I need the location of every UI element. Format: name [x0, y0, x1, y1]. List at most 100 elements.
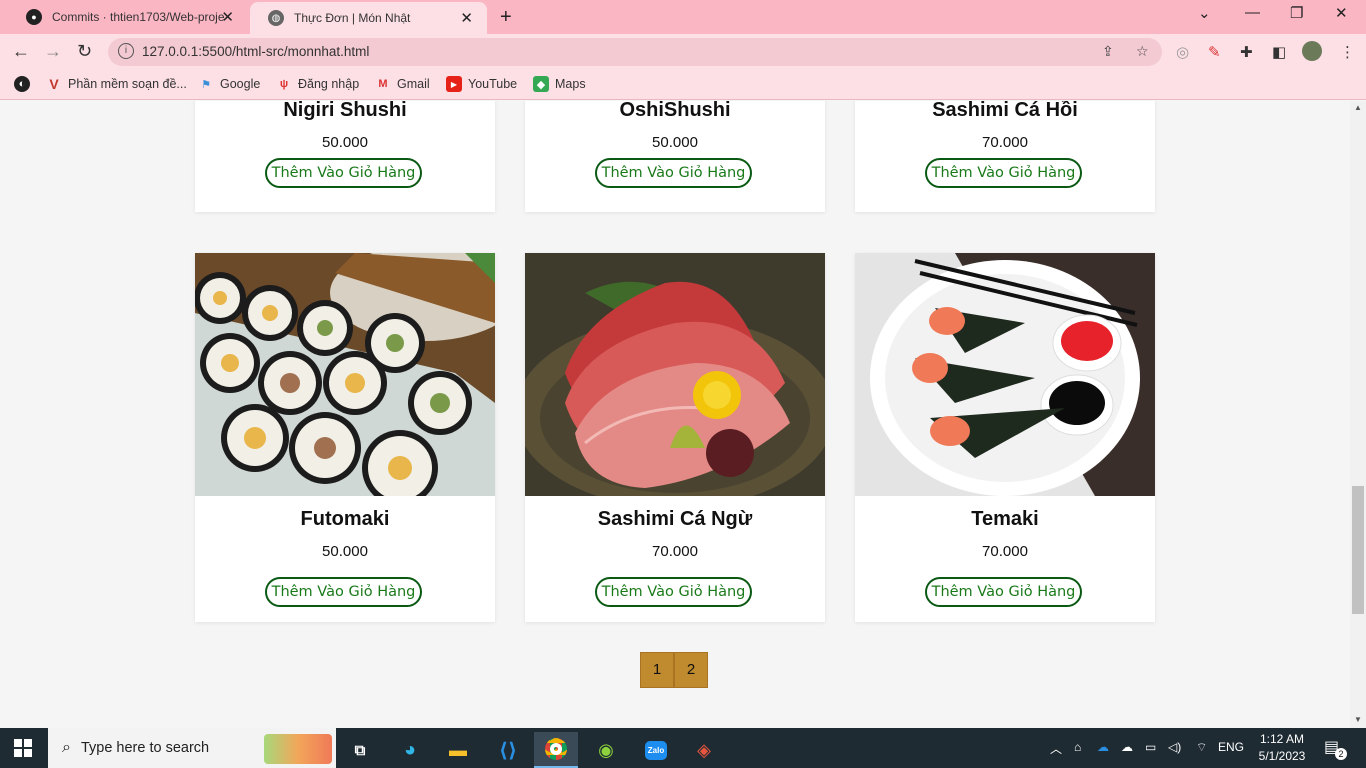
sidepanel-icon[interactable]: ◧	[1272, 43, 1286, 61]
battery-icon[interactable]: ▭	[1145, 740, 1156, 754]
chevron-up-icon[interactable]: ︿	[1050, 740, 1062, 757]
browser-toolbar: ← → ↻ i 127.0.0.1:5500/html-src/monnhat.…	[0, 34, 1366, 70]
google-icon: ⚑	[201, 78, 211, 91]
bookmark-google[interactable]: ⚑ Google	[198, 76, 260, 92]
search-placeholder: Type here to search	[80, 740, 210, 756]
dish-photo-sashimi-tuna	[525, 253, 825, 496]
add-to-cart-button[interactable]: Thêm Vào Giỏ Hàng	[925, 158, 1082, 188]
drinks-icon	[264, 734, 332, 764]
add-to-cart-button[interactable]: Thêm Vào Giỏ Hàng	[925, 577, 1082, 607]
task-view-icon[interactable]: ⧉	[338, 732, 382, 768]
speaker-icon[interactable]: ◁)	[1168, 740, 1181, 754]
dish-price: 50.000	[322, 543, 368, 560]
dish-price: 70.000	[982, 543, 1028, 560]
menu-card: OshiShushi 50.000 Thêm Vào Giỏ Hàng	[525, 101, 825, 212]
dish-photo-futomaki	[195, 253, 495, 496]
apps-icon[interactable]: ◐	[14, 76, 36, 92]
wifi-icon[interactable]: ⌔	[1196, 740, 1207, 755]
color-picker-icon[interactable]: ✎	[1208, 43, 1221, 61]
dish-name: Temaki	[971, 508, 1039, 530]
chevron-down-icon[interactable]: ⌄	[1198, 4, 1211, 22]
kebab-menu-icon[interactable]: ⋮	[1340, 43, 1355, 61]
scroll-up-arrow[interactable]: ▲	[1354, 103, 1362, 112]
info-icon[interactable]: i	[118, 43, 134, 59]
dish-name: Sashimi Cá Hồi	[932, 101, 1078, 121]
zalo-icon[interactable]: Zalo	[634, 732, 678, 768]
dish-price: 70.000	[982, 134, 1028, 151]
dish-photo-temaki	[855, 253, 1155, 496]
tab-menu[interactable]: ◍ Thực Đơn | Món Nhật ✕	[250, 2, 487, 34]
clock-time: 1:12 AM	[1259, 732, 1305, 746]
github-icon: ●	[26, 9, 42, 25]
globe-icon: ◍	[268, 10, 284, 26]
language-indicator[interactable]: ENG	[1218, 740, 1244, 754]
tab-title: Commits · thtien1703/Web-proje	[52, 10, 225, 24]
avatar[interactable]	[1302, 41, 1322, 61]
close-window-button[interactable]: ✕	[1335, 4, 1348, 22]
share-icon[interactable]: ⇪	[1102, 43, 1114, 60]
tab-commits[interactable]: ● Commits · thtien1703/Web-proje ✕	[8, 0, 248, 34]
add-to-cart-button[interactable]: Thêm Vào Giỏ Hàng	[265, 577, 422, 607]
menu-card: Sashimi Cá Ngừ 70.000 Thêm Vào Giỏ Hàng	[525, 253, 825, 622]
minimize-button[interactable]: —	[1245, 4, 1260, 21]
bookmark-gmail[interactable]: M Gmail	[375, 76, 429, 92]
dish-price: 50.000	[322, 134, 368, 151]
dish-name: Futomaki	[300, 508, 390, 530]
menu-card: Nigiri Shushi 50.000 Thêm Vào Giỏ Hàng	[195, 101, 495, 212]
gmail-icon: M	[378, 78, 388, 90]
compass-icon[interactable]: ◎	[1176, 43, 1189, 61]
taskbar-search[interactable]: ⌕ Type here to search	[48, 728, 336, 768]
page-2-button[interactable]: 2	[674, 652, 708, 688]
chrome-icon[interactable]	[534, 732, 578, 768]
address-bar[interactable]: i 127.0.0.1:5500/html-src/monnhat.html ⇪…	[108, 38, 1162, 66]
restore-button[interactable]: ❐	[1290, 4, 1303, 22]
git-icon[interactable]: ◈	[682, 732, 726, 768]
reload-button[interactable]: ↻	[77, 41, 92, 62]
meet-icon[interactable]: ⌂	[1074, 740, 1081, 754]
close-icon[interactable]: ✕	[221, 8, 234, 26]
bookmark-1[interactable]: V Phần mềm soạn đề...	[46, 76, 187, 92]
page-scrollbar[interactable]: ▲ ▼	[1350, 101, 1366, 728]
dish-price: 70.000	[652, 543, 698, 560]
dish-price: 50.000	[652, 134, 698, 151]
add-to-cart-button[interactable]: Thêm Vào Giỏ Hàng	[595, 158, 752, 188]
start-button[interactable]	[14, 739, 32, 757]
page-1-button[interactable]: 1	[640, 652, 674, 688]
close-icon[interactable]: ✕	[460, 9, 473, 27]
notification-count: 2	[1335, 748, 1347, 760]
url-text[interactable]: 127.0.0.1:5500/html-src/monnhat.html	[142, 44, 369, 59]
puzzle-icon[interactable]: ✚	[1240, 43, 1253, 61]
dish-name: Sashimi Cá Ngừ	[597, 508, 753, 530]
menu-card: Futomaki 50.000 Thêm Vào Giỏ Hàng	[195, 253, 495, 622]
back-button[interactable]: ←	[12, 41, 30, 62]
bookmark-maps[interactable]: ◆ Maps	[533, 76, 586, 92]
cloud-icon[interactable]: ☁	[1121, 740, 1133, 754]
vscode-icon[interactable]: ⟨⟩	[486, 732, 530, 768]
tab-title: Thực Đơn | Món Nhật	[294, 11, 411, 25]
bookmark-login[interactable]: ψ Đăng nhập	[276, 76, 359, 92]
maps-icon: ◆	[533, 76, 549, 92]
youtube-icon: ▶	[446, 76, 462, 92]
clock[interactable]: 1:12 AM 5/1/2023	[1254, 731, 1310, 765]
pagination: 1 2	[640, 652, 708, 688]
scroll-thumb[interactable]	[1352, 486, 1364, 614]
scroll-down-arrow[interactable]: ▼	[1354, 715, 1362, 724]
forward-button[interactable]: →	[44, 41, 62, 62]
dish-name: OshiShushi	[619, 101, 731, 121]
bookmarks-bar: ◐ V Phần mềm soạn đề... ⚑ Google ψ Đăng nhậ…	[0, 70, 1366, 100]
new-tab-button[interactable]: +	[500, 6, 512, 29]
add-to-cart-button[interactable]: Thêm Vào Giỏ Hàng	[265, 158, 422, 188]
page-viewport: Nigiri Shushi 50.000 Thêm Vào Giỏ Hàng O…	[0, 101, 1350, 728]
menu-card: Sashimi Cá Hồi 70.000 Thêm Vào Giỏ Hàng	[855, 101, 1155, 212]
tab-strip: ● Commits · thtien1703/Web-proje ✕ ◍ Thự…	[0, 0, 1366, 34]
bookmark-youtube[interactable]: ▶ YouTube	[446, 76, 517, 92]
menu-card: Temaki 70.000 Thêm Vào Giỏ Hàng	[855, 253, 1155, 622]
windows-taskbar: ⌕ Type here to search ⧉ ◕ ▬ ⟨⟩ ◉ Zalo ◈ …	[0, 728, 1366, 768]
edge-icon[interactable]: ◕	[388, 732, 432, 768]
search-icon: ⌕	[62, 739, 71, 756]
star-icon[interactable]: ☆	[1136, 43, 1149, 60]
app-circle-icon[interactable]: ◉	[584, 732, 628, 768]
onedrive-icon[interactable]: ☁	[1097, 740, 1109, 754]
file-explorer-icon[interactable]: ▬	[436, 732, 480, 768]
add-to-cart-button[interactable]: Thêm Vào Giỏ Hàng	[595, 577, 752, 607]
